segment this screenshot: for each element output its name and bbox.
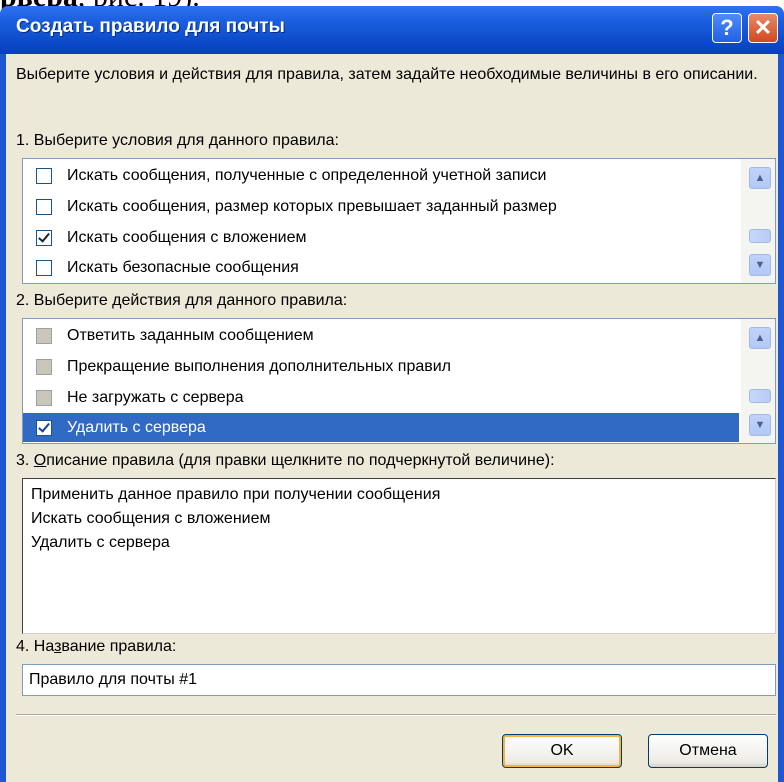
checkbox[interactable]: [36, 198, 52, 215]
chevron-down-icon: ▼: [754, 259, 766, 271]
checkbox[interactable]: [36, 167, 52, 184]
rule-description-box[interactable]: Применить данное правило при получении с…: [22, 478, 776, 634]
checkbox-checked[interactable]: [36, 229, 52, 246]
checkbox-checked[interactable]: [36, 419, 52, 436]
condition-item[interactable]: Искать сообщения с вложением: [23, 223, 739, 252]
description-line: Удалить с сервера: [31, 534, 170, 551]
action-item[interactable]: Прекращение выполнения дополнительных пр…: [23, 352, 739, 381]
action-item-selected[interactable]: Удалить с сервера: [23, 413, 739, 442]
actions-list[interactable]: Ответить заданным сообщением Прекращение…: [22, 318, 776, 444]
scroll-down-button[interactable]: ▼: [749, 254, 771, 276]
action-item[interactable]: Ответить заданным сообщением: [23, 321, 739, 350]
help-icon: ?: [720, 15, 734, 40]
actions-label: 2. Выберите действия для данного правила…: [16, 292, 348, 309]
chevron-up-icon: ▲: [754, 172, 766, 184]
rule-name-input[interactable]: Правило для почты #1: [22, 664, 776, 696]
scroll-up-button[interactable]: ▲: [749, 327, 771, 349]
ok-button[interactable]: OK: [502, 734, 622, 768]
conditions-list[interactable]: Искать сообщения, полученные с определен…: [22, 158, 776, 284]
conditions-scrollbar[interactable]: ▲ ▼: [741, 159, 775, 283]
close-button[interactable]: ✕: [748, 13, 778, 43]
checkbox-disabled: [36, 389, 52, 406]
condition-item[interactable]: Искать безопасные сообщения: [23, 253, 739, 282]
conditions-label: 1. Выберите условия для данного правила:: [16, 132, 339, 149]
chevron-down-icon: ▼: [754, 419, 766, 431]
chevron-up-icon: ▲: [754, 332, 766, 344]
separator: [16, 714, 776, 716]
scroll-thumb[interactable]: [749, 229, 771, 243]
description-line: Искать сообщения с вложением: [31, 510, 271, 527]
description-label: 3. Описание правила (для правки щелкните…: [16, 452, 555, 469]
window-title: Создать правило для почты: [16, 16, 285, 37]
dialog-body: Выберите условия и действия для правила,…: [6, 54, 778, 782]
description-line: Применить данное правило при получении с…: [31, 486, 441, 503]
intro-text: Выберите условия и действия для правила,…: [16, 66, 758, 83]
scroll-thumb[interactable]: [749, 389, 771, 403]
checkbox-disabled: [36, 358, 52, 375]
checkbox-disabled: [36, 327, 52, 344]
close-icon: ✕: [753, 15, 773, 40]
cancel-button[interactable]: Отмена: [648, 734, 768, 768]
title-bar: Создать правило для почты ? ✕: [0, 6, 784, 54]
condition-item[interactable]: Искать сообщения, размер которых превыша…: [23, 192, 739, 221]
create-mail-rule-dialog: Создать правило для почты ? ✕ Выберите у…: [0, 6, 784, 782]
action-item[interactable]: Не загружать с сервера: [23, 383, 739, 412]
actions-scrollbar[interactable]: ▲ ▼: [741, 319, 775, 443]
scroll-up-button[interactable]: ▲: [749, 167, 771, 189]
rule-name-label: 4. Название правила:: [16, 638, 177, 655]
scroll-down-button[interactable]: ▼: [749, 414, 771, 436]
help-button[interactable]: ?: [712, 13, 742, 43]
checkbox[interactable]: [36, 259, 52, 276]
condition-item[interactable]: Искать сообщения, полученные с определен…: [23, 161, 739, 190]
